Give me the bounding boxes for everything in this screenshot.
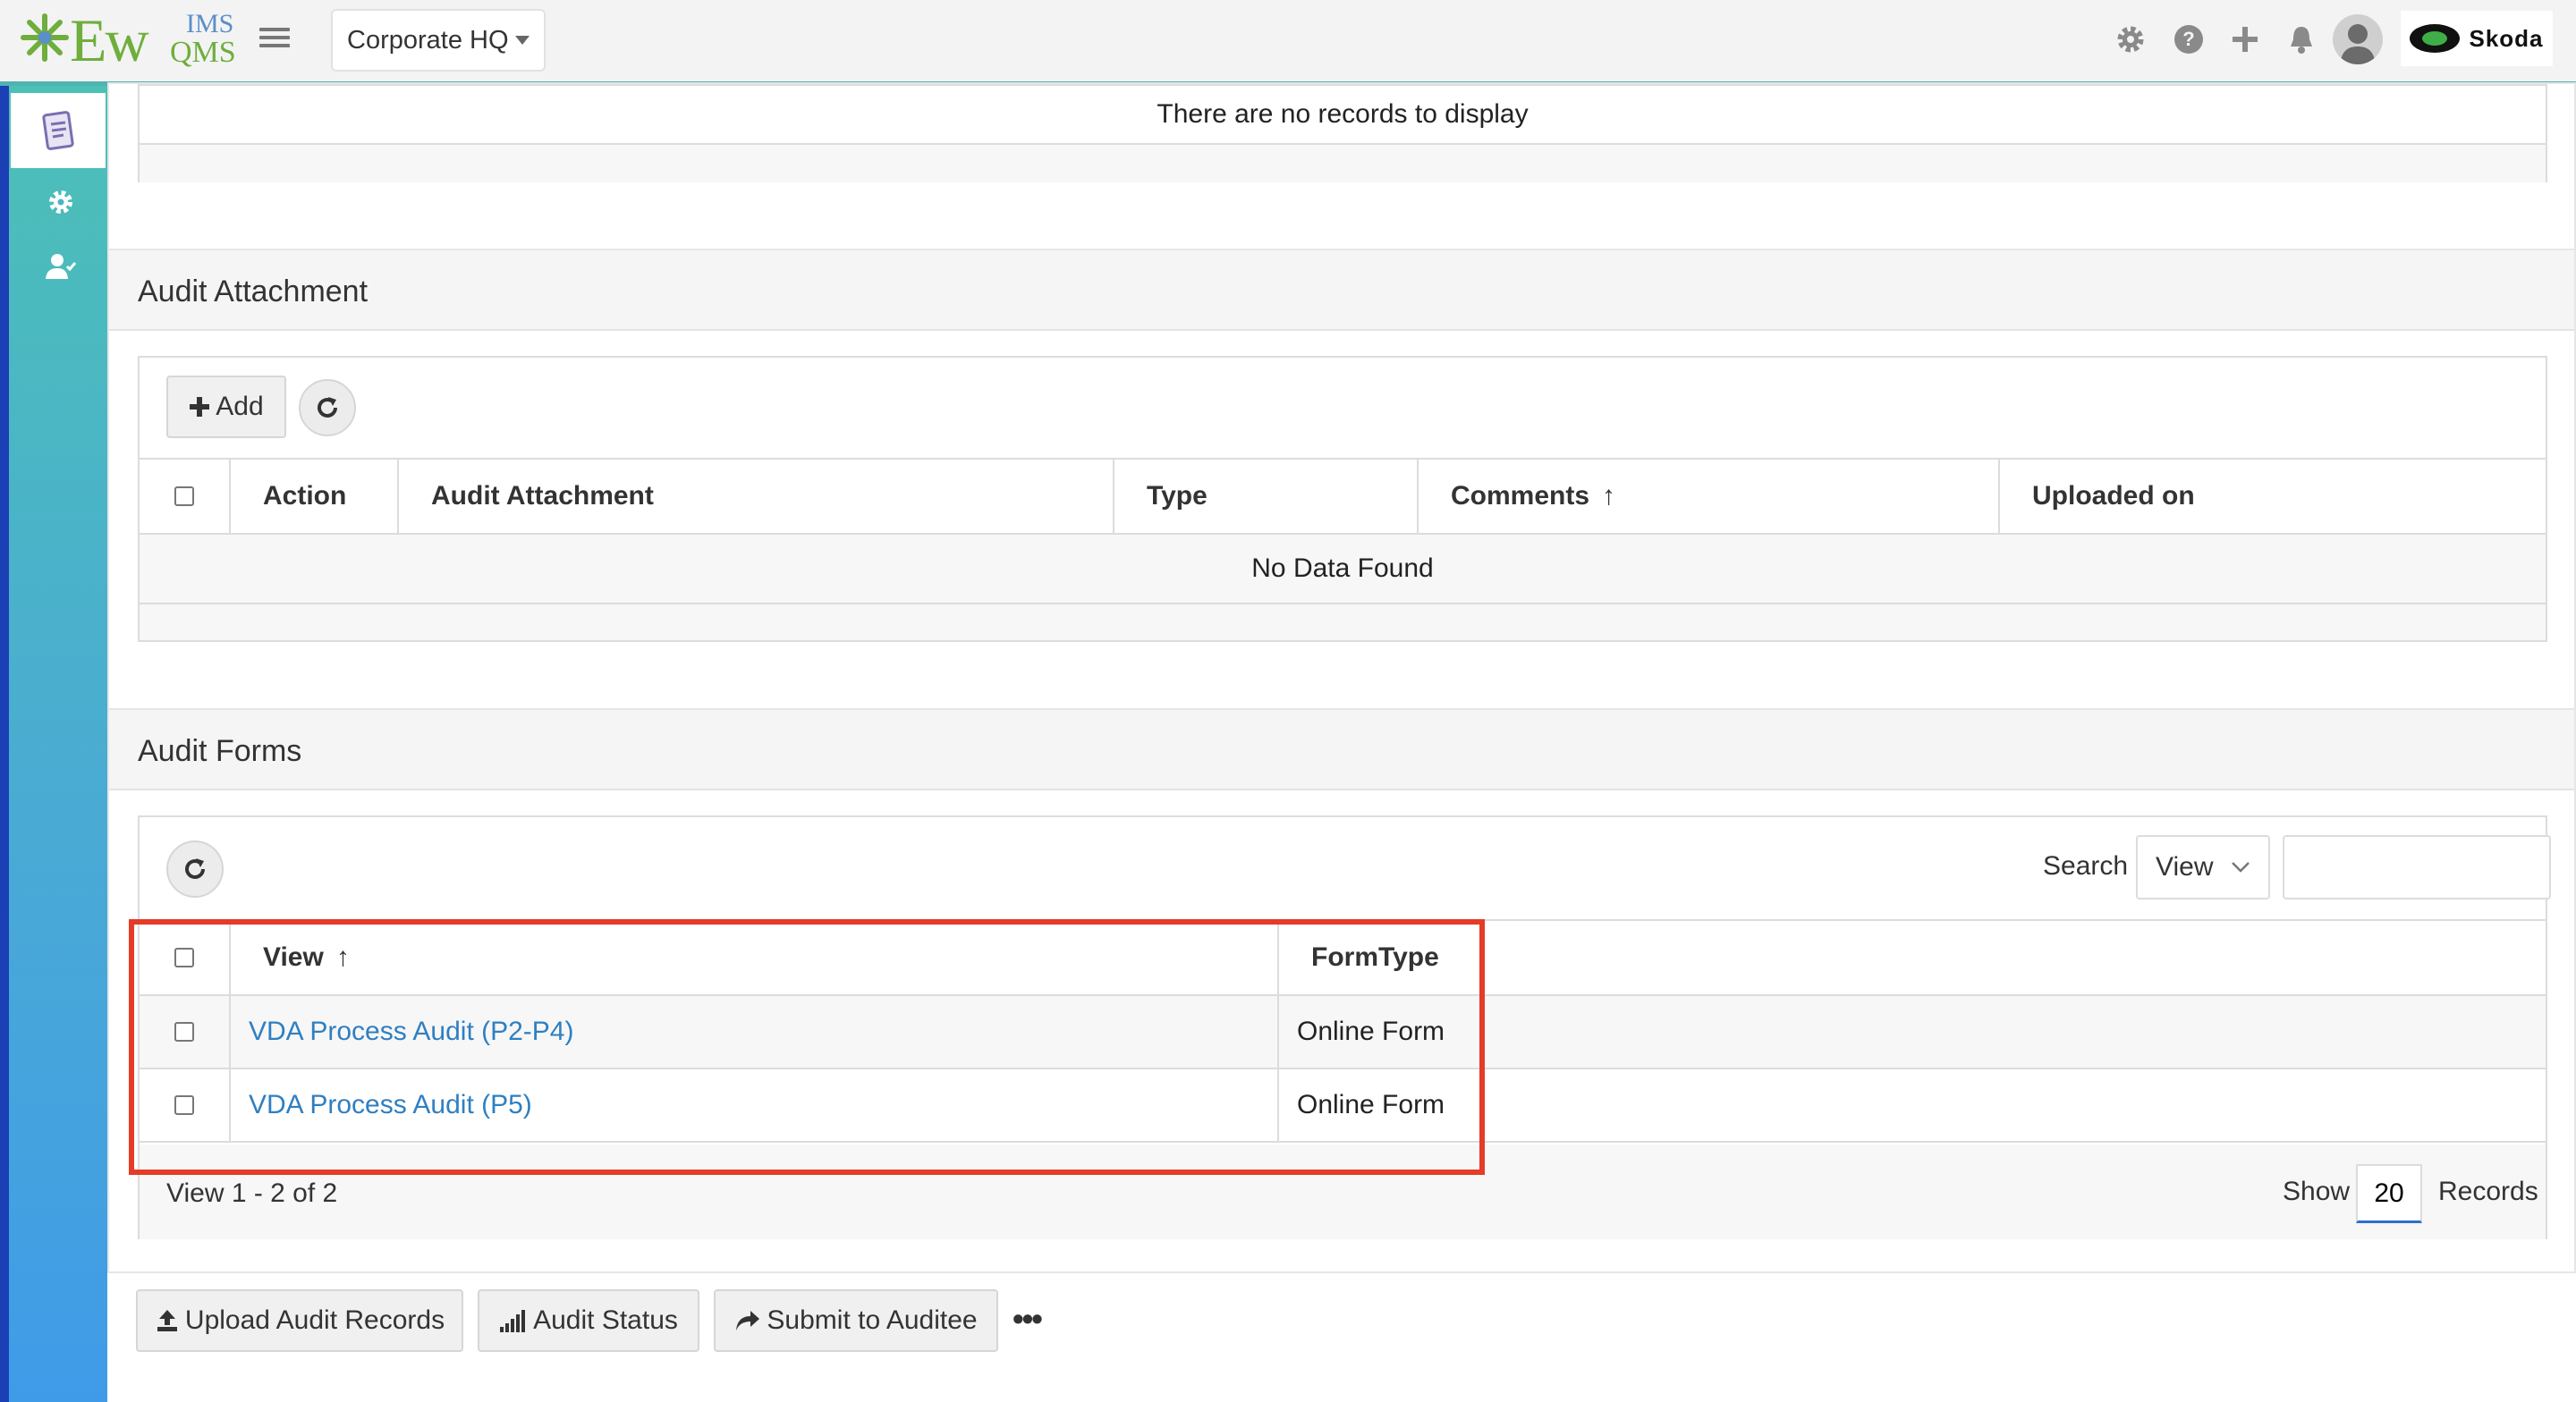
logo-qms-text: QMS	[170, 36, 236, 69]
user-check-icon[interactable]	[45, 250, 77, 283]
more-options-icon[interactable]: •••	[1013, 1300, 1043, 1338]
submit-label: Submit to Auditee	[767, 1305, 978, 1335]
column-header-view[interactable]: View ↑	[229, 921, 1277, 994]
skoda-emblem-icon	[2410, 24, 2461, 53]
user-avatar[interactable]	[2333, 14, 2383, 64]
logo-ims-text: IMS	[186, 9, 234, 38]
audit-attachment-header: Audit Attachment	[109, 250, 2574, 331]
audit-attachment-panel: Audit Attachment Add Action Audit Attach…	[107, 249, 2576, 758]
audit-attachment-table: Action Audit Attachment Type Comments ↑ …	[140, 458, 2546, 642]
refresh-forms-button[interactable]	[166, 840, 224, 898]
row-formtype-cell: Online Form	[1277, 996, 1474, 1068]
add-attachment-button[interactable]: Add	[166, 376, 286, 438]
table-row[interactable]: VDA Process Audit (P2-P4) Online Form	[140, 994, 2546, 1068]
ewqms-logo[interactable]: Ew IMS QMS	[20, 5, 236, 77]
column-header-comments[interactable]: Comments ↑	[1417, 460, 1998, 533]
site-selector[interactable]: Corporate HQ	[331, 9, 546, 72]
audit-forms-grid: Search View View ↑ FormType VDA Process …	[138, 815, 2551, 1239]
audit-forms-header: Audit Forms	[109, 710, 2574, 790]
select-all-cell	[140, 921, 229, 994]
form-link[interactable]: VDA Process Audit (P5)	[249, 1090, 532, 1120]
select-all-cell	[140, 460, 229, 533]
select-all-checkbox[interactable]	[174, 948, 194, 967]
bell-icon[interactable]	[2284, 21, 2319, 57]
plus-icon	[190, 397, 210, 417]
audit-attachment-title: Audit Attachment	[138, 274, 369, 308]
action-bar: Upload Audit Records Audit Status Submit…	[107, 1271, 2576, 1402]
select-all-checkbox[interactable]	[174, 486, 194, 506]
column-header-type[interactable]: Type	[1113, 460, 1417, 533]
chevron-down-icon	[515, 36, 530, 45]
share-arrow-icon	[736, 1311, 760, 1330]
brand-name: Skoda	[2469, 24, 2544, 52]
page-size-input[interactable]	[2356, 1164, 2422, 1223]
audit-forms-panel: Audit Forms Search View View ↑ FormType …	[107, 708, 2576, 1280]
previous-section-table: There are no records to display	[138, 84, 2547, 182]
audit-document-icon	[42, 111, 74, 150]
gear-icon[interactable]	[2113, 21, 2148, 57]
refresh-attachments-button[interactable]	[299, 379, 356, 436]
sort-ascending-icon: ↑	[1602, 481, 1616, 511]
audit-status-button[interactable]: Audit Status	[478, 1289, 699, 1352]
records-label: Records	[2438, 1177, 2538, 1206]
chevron-down-icon	[2232, 862, 2250, 873]
view-header-label: View	[263, 942, 324, 972]
settings-gear-icon[interactable]	[45, 186, 77, 218]
row-select-cell	[140, 1069, 229, 1141]
search-field-select[interactable]: View	[2136, 835, 2270, 899]
row-checkbox[interactable]	[174, 1022, 194, 1042]
site-selector-value: Corporate HQ	[347, 25, 509, 55]
upload-label: Upload Audit Records	[184, 1305, 445, 1335]
refresh-icon	[185, 858, 205, 879]
signal-bars-icon	[500, 1310, 526, 1332]
logo-star-icon	[21, 13, 69, 62]
plus-icon[interactable]	[2227, 21, 2263, 57]
row-select-cell	[140, 996, 229, 1068]
upload-icon	[157, 1310, 177, 1331]
top-bar: Ew IMS QMS Corporate HQ ? Skoda	[0, 0, 2576, 86]
upload-audit-records-button[interactable]: Upload Audit Records	[136, 1289, 463, 1352]
row-checkbox[interactable]	[174, 1095, 194, 1115]
table-row: No Data Found	[140, 533, 2546, 603]
table-header-row: Action Audit Attachment Type Comments ↑ …	[140, 458, 2546, 533]
help-icon[interactable]: ?	[2171, 21, 2207, 57]
row-view-cell: VDA Process Audit (P2-P4)	[229, 996, 1277, 1068]
table-header-row: View ↑ FormType	[140, 919, 2546, 994]
column-header-uploaded-on[interactable]: Uploaded on	[1998, 460, 2547, 533]
search-label: Search	[2043, 851, 2129, 881]
row-view-cell: VDA Process Audit (P5)	[229, 1069, 1277, 1141]
audit-attachment-grid: Add Action Audit Attachment Type Comment…	[138, 356, 2547, 642]
submit-to-auditee-button[interactable]: Submit to Auditee	[714, 1289, 998, 1352]
column-header-action[interactable]: Action	[229, 460, 397, 533]
main-content: There are no records to display Audit At…	[107, 82, 2576, 1402]
pager-bar: View 1 - 2 of 2 Show Records	[140, 1144, 2546, 1239]
pager-info: View 1 - 2 of 2	[166, 1178, 338, 1208]
form-link[interactable]: VDA Process Audit (P2-P4)	[249, 1017, 574, 1047]
add-button-label: Add	[216, 392, 264, 421]
column-header-audit-attachment[interactable]: Audit Attachment	[397, 460, 1113, 533]
column-header-formtype[interactable]: FormType	[1277, 921, 1474, 994]
menu-toggle-icon[interactable]	[259, 23, 290, 54]
sort-ascending-icon: ↑	[335, 942, 350, 972]
audit-forms-title: Audit Forms	[138, 734, 302, 768]
row-formtype-cell: Online Form	[1277, 1069, 1474, 1141]
company-brand-logo: Skoda	[2401, 11, 2553, 66]
no-data-message: No Data Found	[1251, 553, 1434, 583]
table-footer	[140, 143, 2546, 182]
left-sidebar	[0, 86, 107, 1402]
table-row[interactable]: VDA Process Audit (P5) Online Form	[140, 1068, 2546, 1143]
logo-ew-text: Ew	[70, 6, 149, 74]
search-input[interactable]	[2283, 835, 2551, 899]
sidebar-item-audit[interactable]	[11, 93, 106, 168]
empty-records-message: There are no records to display	[140, 86, 2546, 143]
search-field-select-value: View	[2156, 852, 2214, 882]
audit-status-label: Audit Status	[533, 1305, 678, 1335]
show-label: Show	[2283, 1177, 2351, 1206]
user-silhouette-icon	[2340, 24, 2376, 64]
svg-text:?: ?	[2182, 28, 2194, 50]
table-footer	[140, 603, 2546, 640]
audit-forms-table: View ↑ FormType VDA Process Audit (P2-P4…	[140, 919, 2546, 1144]
comments-header-label: Comments	[1451, 481, 1590, 511]
refresh-icon	[318, 397, 337, 418]
